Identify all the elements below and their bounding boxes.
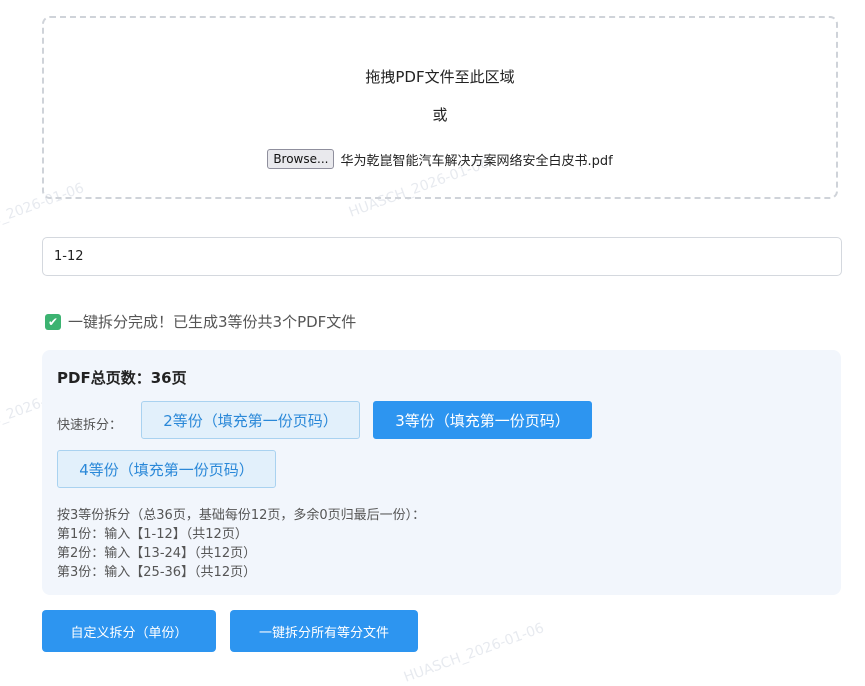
pdf-drop-zone[interactable]: 拖拽PDF文件至此区域 或 Browse... 华为乾崑智能汽车解决方案网络安全…	[42, 16, 838, 199]
drop-zone-or: 或	[432, 106, 448, 124]
split-panel: PDF总页数：36页 快速拆分： 2等份（填充第一份页码） 3等份（填充第一份页…	[42, 350, 841, 595]
split-4-parts-button[interactable]: 4等份（填充第一份页码）	[57, 450, 276, 488]
total-pages-label: PDF总页数：36页	[57, 369, 187, 387]
split-3-parts-button[interactable]: 3等份（填充第一份页码）	[373, 401, 592, 439]
selected-file-name: 华为乾崑智能汽车解决方案网络安全白皮书.pdf	[340, 153, 613, 169]
split-info: 按3等份拆分（总36页，基础每份12页，多余0页归最后一份）： 第1份：输入【1…	[57, 506, 425, 582]
checkmark-icon: ✔	[45, 313, 61, 330]
custom-split-button[interactable]: 自定义拆分（单份）	[42, 610, 216, 652]
split-info-line: 第2份：输入【13-24】（共12页）	[57, 546, 257, 561]
status-text: 一键拆分完成！已生成3等份共3个PDF文件	[68, 313, 357, 331]
split-2-parts-button[interactable]: 2等份（填充第一份页码）	[141, 401, 360, 439]
split-info-line: 第1份：输入【1-12】（共12页）	[57, 527, 248, 542]
page-range-input[interactable]	[42, 237, 842, 276]
browse-button[interactable]: Browse...	[267, 149, 335, 169]
drop-zone-title: 拖拽PDF文件至此区域	[365, 68, 515, 86]
quick-split-label: 快速拆分：	[57, 418, 123, 433]
watermark: HUASCH_2026-01-06	[401, 620, 547, 686]
split-all-button[interactable]: 一键拆分所有等分文件	[230, 610, 418, 652]
split-info-line: 第3份：输入【25-36】（共12页）	[57, 565, 257, 580]
split-info-line: 按3等份拆分（总36页，基础每份12页，多余0页归最后一份）：	[57, 508, 426, 523]
file-picker: Browse... 华为乾崑智能汽车解决方案网络安全白皮书.pdf	[44, 149, 836, 169]
status-message: ✔ 一键拆分完成！已生成3等份共3个PDF文件	[45, 311, 356, 332]
